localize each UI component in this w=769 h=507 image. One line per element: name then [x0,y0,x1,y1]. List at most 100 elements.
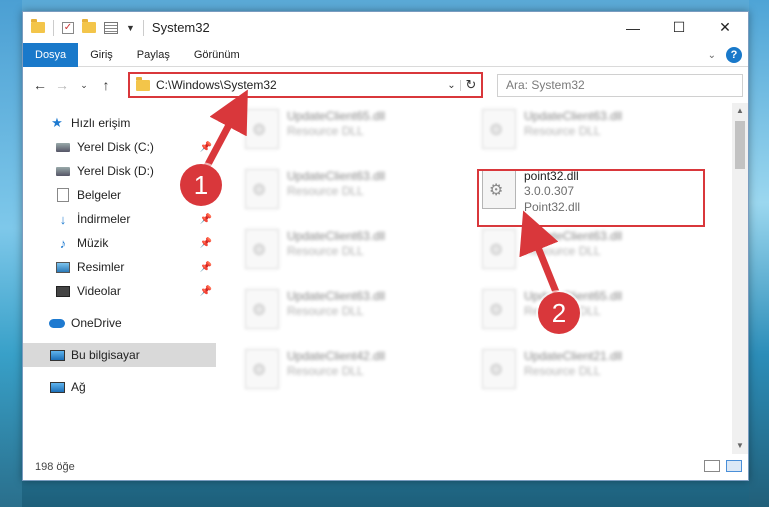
refresh-icon[interactable]: ↻ [461,77,481,93]
desktop-background-right [749,0,769,507]
disk-icon [55,164,71,178]
pin-icon: 📌 [199,285,212,297]
pin-icon: 📌 [199,141,212,153]
documents-icon [55,188,71,202]
list-item[interactable]: ⚙ UpdateClient63.dll Resource DLL [482,225,702,279]
music-icon: ♪ [59,235,67,251]
file-description: Resource DLL [524,364,601,378]
sidebar-item-label: İndirmeler [77,212,131,226]
dll-file-icon: ⚙ [482,349,516,389]
file-name: UpdateClient63.dll [524,229,623,243]
sidebar-item-label: Bu bilgisayar [71,348,140,362]
maximize-button[interactable]: ☐ [656,12,702,43]
file-name: UpdateClient63.dll [524,109,623,123]
file-name: UpdateClient63.dll [287,289,386,303]
tab-share[interactable]: Paylaş [125,43,182,67]
tab-home[interactable]: Giriş [78,43,125,67]
file-description: Resource DLL [524,244,601,258]
file-name: UpdateClient42.dll [287,349,386,363]
recent-locations-icon[interactable]: ⌄ [73,80,95,91]
scrollbar-thumb[interactable] [735,121,745,169]
back-arrow-icon[interactable]: ← [29,77,51,93]
minimize-button[interactable]: — [610,12,656,43]
sidebar-item-network[interactable]: Ağ [23,375,216,399]
dll-file-icon: ⚙ [245,169,279,209]
tiles-view-icon[interactable] [726,460,742,472]
pin-icon: 📌 [199,237,212,249]
sidebar-item-label: Hızlı erişim [71,116,131,130]
sidebar-item-downloads[interactable]: ↓ İndirmeler 📌 [23,207,216,231]
list-item[interactable]: ⚙ UpdateClient65.dll Resource DLL [482,285,702,339]
properties-check-icon[interactable]: ✓ [62,21,74,34]
sidebar-item-this-pc[interactable]: Bu bilgisayar [23,343,216,367]
scroll-up-icon[interactable]: ▲ [732,103,748,119]
list-item[interactable]: ⚙ UpdateClient21.dll Resource DLL [482,345,702,399]
list-item[interactable]: ⚙ UpdateClient42.dll Resource DLL [245,345,465,399]
pin-icon: 📌 [199,261,212,273]
pictures-icon [55,260,71,274]
expand-ribbon-icon[interactable]: ⌄ [708,50,716,61]
address-dropdown-icon[interactable]: ⌄ [443,79,461,91]
file-list: ⚙ UpdateClient65.dll Resource DLL ⚙ Upda… [219,103,732,454]
vertical-scrollbar[interactable]: ▲ ▼ [732,103,748,454]
sidebar-item-label: Ağ [71,380,86,394]
new-folder-icon[interactable] [82,19,96,33]
tab-view[interactable]: Görünüm [182,43,252,67]
file-description: Resource DLL [287,124,364,138]
dll-file-icon: ⚙ [245,289,279,329]
file-description: Resource DLL [287,184,364,198]
scroll-down-icon[interactable]: ▼ [732,438,748,454]
videos-icon [55,284,71,298]
sidebar-item-local-disk-c[interactable]: Yerel Disk (C:) 📌 [23,135,216,159]
file-description: Resource DLL [287,364,364,378]
dll-file-icon: ⚙ [482,289,516,329]
file-name: UpdateClient21.dll [524,349,623,363]
file-description: Resource DLL [524,124,601,138]
search-input[interactable]: Ara: System32 [497,74,743,97]
onedrive-icon [49,316,65,330]
address-bar[interactable]: C:\Windows\System32 ⌄ ↻ [128,72,483,98]
navigation-bar: ← → ⌄ ↑ C:\Windows\System32 ⌄ ↻ Ara: Sys… [23,67,748,103]
up-arrow-icon[interactable]: ↑ [95,77,117,93]
list-item[interactable]: ⚙ UpdateClient63.dll Resource DLL [482,105,702,159]
address-path[interactable]: C:\Windows\System32 [156,78,443,92]
list-item[interactable]: ⚙ UpdateClient63.dll Resource DLL [245,285,465,339]
highlight-box-file [477,169,705,227]
sidebar-item-quick-access[interactable]: ★ Hızlı erişim [23,111,216,135]
sidebar-item-label: Yerel Disk (C:) [77,140,154,154]
folder-icon [136,76,150,91]
navigation-pane: ★ Hızlı erişim Yerel Disk (C:) 📌 Yerel D… [23,103,216,454]
view-buttons [704,460,742,472]
customize-dropdown-icon[interactable]: ▼ [126,23,135,33]
computer-icon [49,348,65,362]
star-icon: ★ [51,115,63,130]
help-icon[interactable]: ? [726,47,742,63]
list-item[interactable]: ⚙ UpdateClient65.dll Resource DLL [245,105,465,159]
ribbon-tabs: Dosya Giriş Paylaş Görünüm ⌄ ? [23,42,748,67]
file-description: Resource DLL [287,244,364,258]
folder-icon [31,19,45,33]
callout-badge-1: 1 [180,164,222,206]
sidebar-item-videos[interactable]: Videolar 📌 [23,279,216,303]
sidebar-item-music[interactable]: ♪ Müzik 📌 [23,231,216,255]
callout-badge-2: 2 [538,292,580,334]
sidebar-item-pictures[interactable]: Resimler 📌 [23,255,216,279]
forward-arrow-icon[interactable]: → [51,77,73,93]
details-view-icon[interactable] [704,460,720,472]
list-item[interactable]: ⚙ UpdateClient63.dll Resource DLL [245,165,465,219]
status-bar: 198 öğe [23,454,748,480]
dll-file-icon: ⚙ [245,229,279,269]
close-button[interactable]: ✕ [702,12,748,43]
sidebar-item-label: Yerel Disk (D:) [77,164,154,178]
list-item[interactable]: ⚙ UpdateClient63.dll Resource DLL [245,225,465,279]
dll-file-icon: ⚙ [245,349,279,389]
desktop-background-left [0,0,22,507]
sidebar-item-label: Resimler [77,260,125,274]
sidebar-item-onedrive[interactable]: OneDrive [23,311,216,335]
tab-file[interactable]: Dosya [23,42,79,67]
sidebar-item-label: OneDrive [71,316,122,330]
file-name: UpdateClient65.dll [287,109,386,123]
download-icon: ↓ [59,211,67,227]
file-name: UpdateClient63.dll [287,169,386,183]
customize-icon[interactable] [104,21,118,34]
